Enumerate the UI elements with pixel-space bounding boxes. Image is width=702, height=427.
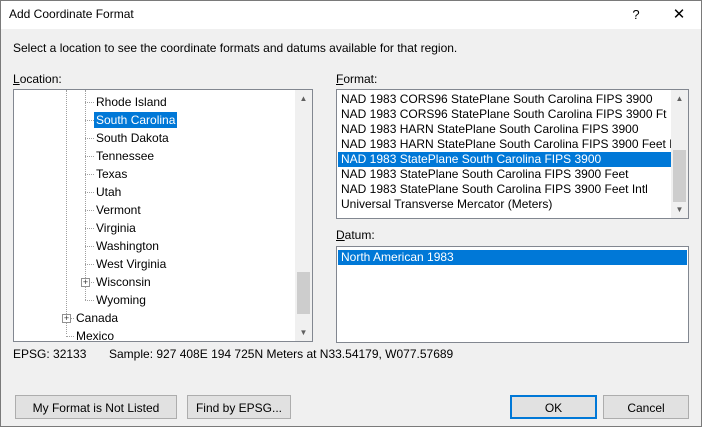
cancel-button[interactable]: Cancel: [603, 395, 689, 419]
tree-guide-line: [66, 336, 74, 337]
window-title: Add Coordinate Format: [9, 7, 134, 21]
close-icon[interactable]: ✕: [657, 1, 701, 29]
tree-item[interactable]: Washington: [94, 237, 161, 255]
epsg-code: EPSG: 32133: [13, 347, 87, 361]
tree-item[interactable]: Wisconsin: [94, 273, 153, 291]
format-list-item[interactable]: NAD 1983 HARN StatePlane South Carolina …: [338, 122, 671, 137]
tree-guide-line: [85, 120, 94, 121]
location-label: Location:: [13, 72, 62, 86]
instruction-text: Select a location to see the coordinate …: [13, 41, 458, 55]
scrollbar-thumb[interactable]: [673, 150, 686, 202]
tree-item-label: South Carolina: [94, 112, 178, 128]
tree-item-label: Utah: [96, 185, 122, 199]
tree-item-label: Mexico: [76, 329, 115, 342]
format-list-item[interactable]: Universal Transverse Mercator (Meters): [338, 197, 671, 212]
scroll-up-icon[interactable]: ▲: [671, 90, 688, 107]
tree-item-label: Washington: [96, 239, 159, 253]
tree-item-label: Tennessee: [96, 149, 155, 163]
format-list-item[interactable]: NAD 1983 StatePlane South Carolina FIPS …: [338, 167, 671, 182]
datum-label: Datum:: [336, 228, 375, 242]
datum-list[interactable]: North American 1983: [336, 246, 689, 343]
tree-item-label: Rhode Island: [96, 95, 167, 109]
tree-item[interactable]: South Dakota: [94, 129, 171, 147]
format-list-item[interactable]: NAD 1983 StatePlane South Carolina FIPS …: [338, 182, 671, 197]
format-scrollbar[interactable]: ▲ ▼: [671, 90, 688, 218]
format-list[interactable]: NAD 1983 CORS96 StatePlane South Carolin…: [336, 89, 689, 219]
sample-coordinate: Sample: 927 408E 194 725N Meters at N33.…: [109, 347, 454, 361]
tree-item-label: Vermont: [96, 203, 141, 217]
tree-item[interactable]: Mexico: [74, 327, 116, 342]
tree-item-label: Wyoming: [96, 293, 146, 307]
tree-item[interactable]: Tennessee: [94, 147, 156, 165]
help-button[interactable]: ?: [615, 1, 657, 29]
tree-guide-line: [85, 156, 94, 157]
title-bar: Add Coordinate Format ? ✕: [1, 1, 701, 29]
scroll-down-icon[interactable]: ▼: [671, 201, 688, 218]
tree-item[interactable]: West Virginia: [94, 255, 168, 273]
scroll-up-icon[interactable]: ▲: [295, 90, 312, 107]
tree-guide-line: [85, 174, 94, 175]
expand-icon[interactable]: +: [62, 314, 71, 323]
tree-guide-line: [85, 192, 94, 193]
tree-guide-line: [85, 138, 94, 139]
scroll-down-icon[interactable]: ▼: [295, 324, 312, 341]
format-list-item[interactable]: NAD 1983 StatePlane South Carolina FIPS …: [338, 152, 671, 167]
tree-item[interactable]: Wyoming: [94, 291, 148, 309]
tree-guide-line: [85, 246, 94, 247]
add-coordinate-format-dialog: Add Coordinate Format ? ✕ Select a locat…: [0, 0, 702, 427]
tree-guide-line: [85, 90, 86, 300]
tree-item[interactable]: Canada: [74, 309, 120, 327]
ok-button[interactable]: OK: [510, 395, 597, 419]
tree-item-label: South Dakota: [96, 131, 169, 145]
tree-guide-line: [85, 300, 94, 301]
tree-guide-line: [85, 228, 94, 229]
format-list-item[interactable]: NAD 1983 CORS96 StatePlane South Carolin…: [338, 107, 686, 122]
datum-list-item[interactable]: North American 1983: [338, 250, 687, 265]
tree-item[interactable]: South Carolina: [94, 111, 178, 129]
tree-item[interactable]: Vermont: [94, 201, 143, 219]
find-by-epsg-button[interactable]: Find by EPSG...: [187, 395, 291, 419]
tree-guide-line: [85, 210, 94, 211]
tree-guide-line: [85, 264, 94, 265]
tree-item[interactable]: Virginia: [94, 219, 138, 237]
tree-guide-line: [85, 102, 94, 103]
format-list-item[interactable]: NAD 1983 HARN StatePlane South Carolina …: [338, 137, 685, 152]
format-label: Format:: [336, 72, 378, 86]
tree-item[interactable]: Texas: [94, 165, 129, 183]
tree-item-label: Virginia: [96, 221, 136, 235]
tree-item-label: Wisconsin: [96, 275, 151, 289]
expand-icon[interactable]: +: [81, 278, 90, 287]
tree-item[interactable]: Rhode Island: [94, 93, 169, 111]
tree-item[interactable]: Utah: [94, 183, 123, 201]
scrollbar-thumb[interactable]: [297, 272, 310, 314]
tree-item-label: West Virginia: [96, 257, 167, 271]
format-not-listed-button[interactable]: My Format is Not Listed: [15, 395, 177, 419]
format-list-item[interactable]: NAD 1983 CORS96 StatePlane South Carolin…: [338, 92, 671, 107]
tree-guide-line: [66, 90, 67, 334]
tree-item-label: Canada: [76, 311, 119, 325]
location-scrollbar[interactable]: ▲ ▼: [295, 90, 312, 341]
location-tree[interactable]: Rhode Island South Carolina South Dakota Te…: [13, 89, 313, 342]
tree-item-label: Texas: [96, 167, 128, 181]
